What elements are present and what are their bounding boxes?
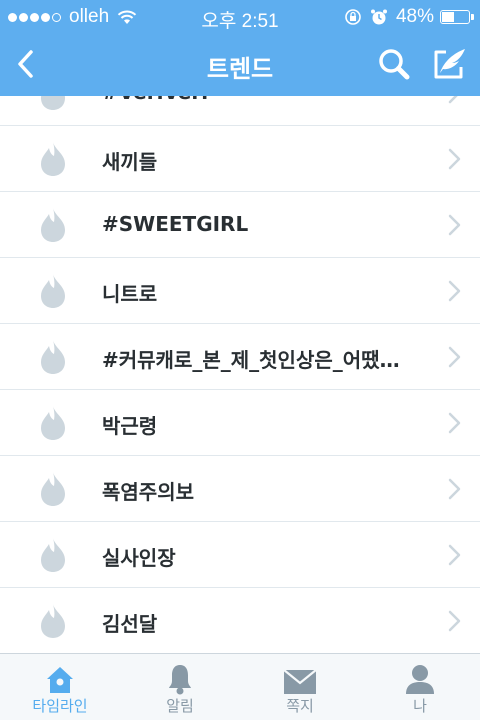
- trend-row[interactable]: 폭염주의보: [0, 456, 480, 522]
- tab-timeline[interactable]: 타임라인: [0, 654, 120, 720]
- flame-icon: [38, 537, 68, 577]
- bell-icon: [169, 665, 191, 695]
- status-right: 48%: [344, 6, 474, 28]
- chevron-right-icon: [448, 478, 462, 504]
- flame-icon: [38, 471, 68, 511]
- tab-bar: 타임라인 알림 쪽지 나: [0, 653, 480, 720]
- flame-icon: [38, 141, 68, 181]
- flame-icon: [38, 405, 68, 445]
- trend-label: 박근령: [102, 414, 158, 438]
- trend-label: 니트로: [102, 282, 158, 306]
- trend-list-scroll: #VeriVeri 새끼들 #SWEETGIRL 니트로 #커뮤캐로_본_제_첫인상은_…: [0, 96, 480, 653]
- tab-messages-label: 쪽지: [286, 697, 314, 715]
- trend-row[interactable]: #VeriVeri: [0, 96, 480, 126]
- trend-list: #VeriVeri 새끼들 #SWEETGIRL 니트로 #커뮤캐로_본_제_첫인상은_…: [0, 96, 480, 653]
- chevron-right-icon: [448, 96, 462, 108]
- trend-label: 새끼들: [102, 150, 158, 174]
- envelope-icon: [283, 669, 317, 694]
- trend-label: 김선달: [102, 612, 158, 636]
- tab-notifications[interactable]: 알림: [120, 654, 240, 720]
- battery-percent: 48%: [395, 6, 434, 27]
- trend-row[interactable]: 니트로: [0, 258, 480, 324]
- chevron-right-icon: [448, 412, 462, 438]
- tab-me-label: 나: [413, 697, 427, 715]
- trend-label: #VeriVeri: [102, 96, 208, 104]
- flame-icon: [38, 603, 68, 643]
- alarm-icon: [370, 9, 387, 25]
- rotation-lock-icon: [345, 9, 361, 25]
- search-icon: [379, 49, 410, 80]
- tab-notifications-label: 알림: [166, 697, 194, 715]
- trend-row[interactable]: 새끼들: [0, 126, 480, 192]
- trend-label: 폭염주의보: [102, 480, 194, 504]
- battery-icon: [440, 10, 474, 24]
- tab-messages[interactable]: 쪽지: [240, 654, 360, 720]
- trend-label: #커뮤캐로_본_제_첫인상은_어땠...: [102, 348, 402, 372]
- chevron-right-icon: [448, 148, 462, 174]
- tab-me[interactable]: 나: [360, 654, 480, 720]
- trend-row[interactable]: 박근령: [0, 390, 480, 456]
- chevron-right-icon: [448, 610, 462, 636]
- flame-icon: [38, 339, 68, 379]
- search-button[interactable]: [374, 44, 414, 84]
- chevron-right-icon: [448, 544, 462, 570]
- status-bar: olleh 오후 2:51 48%: [0, 0, 480, 32]
- trend-row[interactable]: 실사인장: [0, 522, 480, 588]
- trend-label: 실사인장: [102, 546, 176, 570]
- home-icon: [47, 667, 73, 693]
- person-icon: [406, 665, 434, 694]
- chevron-right-icon: [448, 214, 462, 240]
- trend-label: #SWEETGIRL: [102, 212, 249, 236]
- flame-icon: [38, 273, 68, 313]
- nav-bar: 트렌드: [0, 32, 480, 96]
- trend-row[interactable]: #커뮤캐로_본_제_첫인상은_어땠...: [0, 324, 480, 390]
- tab-timeline-label: 타임라인: [32, 697, 88, 715]
- chevron-right-icon: [448, 280, 462, 306]
- flame-icon: [38, 96, 68, 115]
- flame-icon: [38, 207, 68, 247]
- compose-icon: [434, 49, 465, 79]
- trend-row[interactable]: 김선달: [0, 588, 480, 653]
- chevron-right-icon: [448, 346, 462, 372]
- trend-row[interactable]: #SWEETGIRL: [0, 192, 480, 258]
- compose-button[interactable]: [430, 44, 470, 84]
